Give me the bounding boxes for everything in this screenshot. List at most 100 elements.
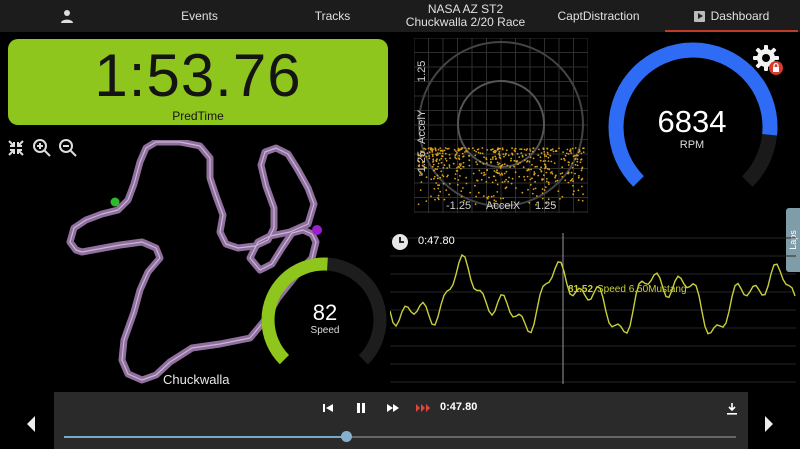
accel-sample-point (581, 167, 583, 170)
accel-sample-point (570, 171, 573, 174)
accel-sample-point (564, 179, 567, 182)
previous-arrow[interactable] (24, 414, 38, 434)
accel-sample-point (480, 172, 483, 175)
accel-sample-point (496, 183, 499, 186)
accel-sample-point (574, 158, 576, 160)
accel-sample-point (439, 147, 442, 149)
accel-sample-point (543, 151, 546, 153)
tab-driver[interactable]: CaptDistraction (532, 0, 665, 32)
accel-sample-point (496, 161, 499, 164)
accel-sample-point (529, 148, 531, 150)
accel-sample-point (459, 164, 462, 167)
zoom-in-button[interactable] (32, 138, 52, 158)
accel-sample-point (511, 152, 513, 155)
accel-sample-point (558, 147, 560, 150)
accel-sample-point (468, 164, 471, 167)
pause-button[interactable] (351, 400, 371, 416)
playback-speed-button[interactable] (414, 400, 434, 416)
accel-sample-point (542, 148, 545, 151)
accel-sample-point (574, 163, 577, 166)
accel-sample-point (468, 154, 470, 157)
accel-sample-point (454, 156, 456, 159)
accel-sample-point (567, 153, 570, 155)
accel-sample-point (439, 152, 441, 155)
tab-events[interactable]: Events (133, 0, 266, 32)
accel-sample-point (490, 195, 493, 198)
accel-sample-point (505, 170, 508, 173)
accel-sample-point (439, 190, 442, 193)
accel-sample-point (515, 160, 518, 163)
accel-sample-point (492, 156, 494, 159)
accel-sample-point (577, 176, 580, 179)
fast-forward-button[interactable] (383, 400, 403, 416)
accel-sample-point (545, 171, 548, 174)
collapse-map-button[interactable] (6, 138, 26, 158)
accel-sample-point (432, 158, 435, 161)
accel-sample-point (543, 189, 546, 192)
accel-sample-point (490, 161, 492, 163)
accel-sample-point (432, 163, 435, 166)
accel-sample-point (536, 165, 538, 168)
accel-y-axis-label: AccelY (416, 109, 428, 144)
accel-sample-point (532, 188, 535, 191)
predicted-time-panel: 1:53.76 PredTime (8, 39, 388, 125)
series-time: 0:47.80 (418, 235, 455, 247)
zoom-in-icon (33, 139, 51, 157)
accel-sample-point (541, 192, 544, 195)
accel-sample-point (498, 151, 501, 153)
accel-sample-point (493, 170, 496, 172)
tab-dashboard[interactable]: Dashboard (665, 0, 798, 32)
accel-sample-point (569, 148, 572, 151)
accel-sample-point (507, 180, 510, 183)
accel-sample-point (505, 152, 507, 155)
accel-sample-point (432, 160, 435, 162)
accel-sample-point (505, 149, 508, 152)
accel-sample-point (445, 189, 448, 192)
nav-profile[interactable] (0, 0, 133, 32)
predicted-time-label: PredTime (172, 109, 224, 123)
accel-sample-point (510, 157, 513, 160)
accel-sample-point (445, 159, 448, 162)
accel-sample-point (517, 163, 519, 166)
accel-sample-point (435, 182, 438, 184)
accel-sample-point (437, 148, 440, 151)
speed-time-series[interactable] (390, 228, 796, 388)
accel-sample-point (546, 147, 548, 150)
tab-event-session[interactable]: NASA AZ ST2 Chuckwalla 2/20 Race (399, 0, 532, 32)
accel-sample-point (573, 190, 575, 193)
series-cursor-value: 81.52 (568, 284, 594, 295)
skip-to-start-button[interactable] (318, 400, 338, 416)
download-button[interactable] (722, 400, 742, 416)
accel-sample-point (479, 160, 481, 163)
accel-sample-point (528, 168, 530, 171)
accel-sample-point (551, 148, 554, 150)
accel-sample-point (446, 175, 448, 178)
next-arrow[interactable] (762, 414, 776, 434)
accel-sample-point (525, 149, 528, 151)
accel-sample-point (566, 148, 569, 151)
accel-sample-point (523, 179, 526, 181)
accel-sample-point (437, 153, 439, 156)
accel-sample-point (458, 157, 460, 160)
accel-sample-point (531, 192, 534, 195)
accel-sample-point (462, 155, 464, 158)
accel-sample-point (515, 187, 517, 189)
accel-sample-point (568, 161, 570, 164)
accel-sample-point (577, 199, 580, 202)
accel-sample-point (431, 151, 434, 153)
accel-sample-point (475, 161, 477, 163)
accel-sample-point (541, 179, 544, 181)
accel-sample-point (572, 184, 574, 187)
accel-sample-point (457, 179, 460, 181)
accel-sample-point (528, 153, 531, 155)
accel-sample-point (534, 187, 537, 190)
tab-tracks[interactable]: Tracks (266, 0, 399, 32)
playback-slider-thumb[interactable] (341, 431, 353, 442)
settings-button[interactable] (752, 44, 784, 76)
accel-sample-point (527, 188, 529, 191)
track-name: Chuckwalla (163, 372, 230, 387)
accel-sample-point (462, 161, 465, 164)
playback-slider[interactable] (64, 431, 736, 442)
accel-sample-point (437, 165, 439, 168)
accel-sample-point (554, 176, 556, 179)
